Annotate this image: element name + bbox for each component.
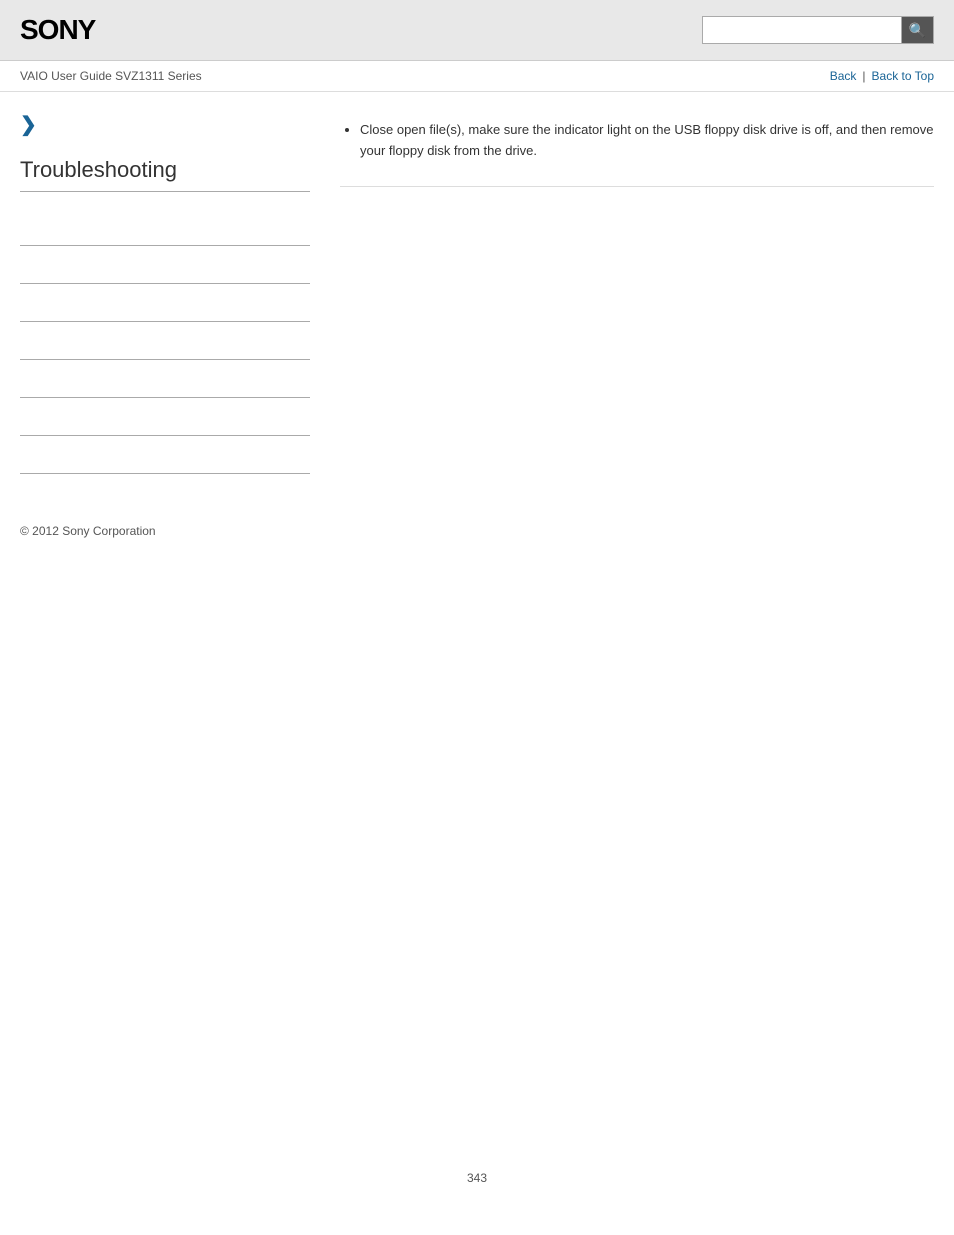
search-icon: 🔍 bbox=[909, 22, 926, 39]
main-content: ❯ Troubleshooting Close open file(s), ma… bbox=[0, 92, 954, 494]
back-link[interactable]: Back bbox=[830, 69, 857, 83]
page-number: 343 bbox=[0, 1151, 954, 1205]
sony-logo: SONY bbox=[20, 14, 95, 46]
page-header: SONY 🔍 bbox=[0, 0, 954, 61]
sidebar-links bbox=[20, 208, 310, 474]
list-item[interactable] bbox=[20, 208, 310, 246]
footer-copyright: © 2012 Sony Corporation bbox=[0, 504, 954, 558]
nav-bar: VAIO User Guide SVZ1311 Series Back | Ba… bbox=[0, 61, 954, 92]
content-area: Close open file(s), make sure the indica… bbox=[330, 112, 934, 474]
search-button[interactable]: 🔍 bbox=[902, 16, 934, 44]
list-item[interactable] bbox=[20, 398, 310, 436]
content-section: Close open file(s), make sure the indica… bbox=[340, 120, 934, 187]
bullet-item: Close open file(s), make sure the indica… bbox=[360, 120, 934, 162]
list-item[interactable] bbox=[20, 436, 310, 474]
search-area: 🔍 bbox=[702, 16, 934, 44]
guide-label: VAIO User Guide SVZ1311 Series bbox=[20, 69, 202, 83]
back-to-top-link[interactable]: Back to Top bbox=[872, 69, 934, 83]
chevron-icon: ❯ bbox=[20, 112, 310, 137]
list-item[interactable] bbox=[20, 360, 310, 398]
list-item[interactable] bbox=[20, 284, 310, 322]
nav-separator: | bbox=[862, 69, 865, 83]
sidebar-title: Troubleshooting bbox=[20, 157, 310, 192]
bullet-list: Close open file(s), make sure the indica… bbox=[340, 120, 934, 162]
list-item[interactable] bbox=[20, 246, 310, 284]
sidebar: ❯ Troubleshooting bbox=[20, 112, 310, 474]
nav-links: Back | Back to Top bbox=[830, 69, 934, 83]
search-input[interactable] bbox=[702, 16, 902, 44]
list-item[interactable] bbox=[20, 322, 310, 360]
